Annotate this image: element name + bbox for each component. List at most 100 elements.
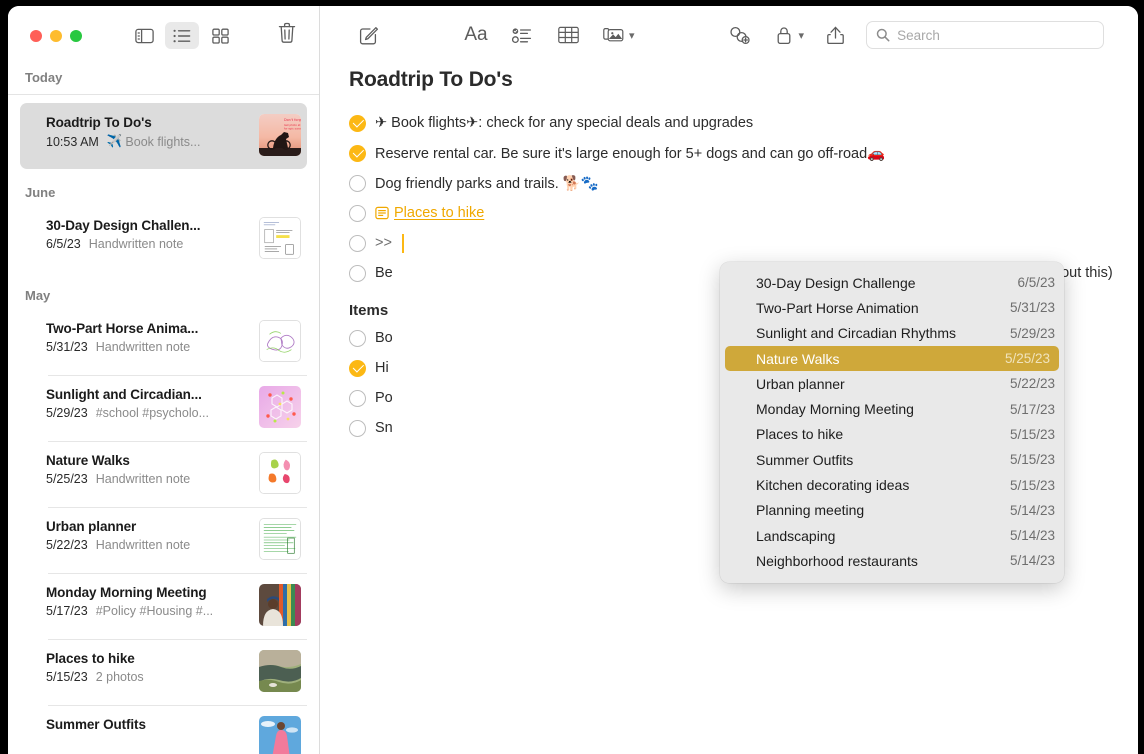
list-item-urban-planner[interactable]: Urban planner 5/22/23 Handwritten note <box>20 507 307 573</box>
popup-row-label: Two-Part Horse Animation <box>756 300 919 316</box>
note-thumbnail <box>259 584 301 626</box>
note-subtitle: #school #psycholo... <box>96 406 209 420</box>
list-item-sunlight-and-circadian[interactable]: Sunlight and Circadian... 5/29/23 #schoo… <box>20 375 307 441</box>
checkbox-unchecked[interactable] <box>349 390 366 407</box>
note-link[interactable]: Places to hike <box>375 205 484 221</box>
popup-row-date: 5/15/23 <box>1010 478 1055 493</box>
note-thumbnail <box>259 320 301 362</box>
checklist-item-label: Bo <box>375 330 393 346</box>
popup-row[interactable]: 30-Day Design Challenge6/5/23 <box>720 270 1064 295</box>
checkbox-unchecked[interactable] <box>349 265 366 282</box>
checkbox-unchecked[interactable] <box>349 330 366 347</box>
checkbox-unchecked[interactable] <box>349 420 366 437</box>
sidebar-toggle-icon[interactable] <box>127 22 161 49</box>
note-thumbnail: Don't forget Get photo at this for epic … <box>259 114 301 156</box>
share-icon[interactable] <box>816 20 854 50</box>
trash-icon[interactable] <box>277 22 297 44</box>
popup-row[interactable]: Neighborhood restaurants5/14/23 <box>720 548 1064 573</box>
checkbox-checked[interactable] <box>349 115 366 132</box>
lock-icon[interactable] <box>765 20 803 50</box>
checkbox-unchecked[interactable] <box>349 175 366 192</box>
popup-row-date: 5/14/23 <box>1010 528 1055 543</box>
popup-row-label: Places to hike <box>756 426 843 442</box>
note-date: 6/5/23 <box>46 237 81 251</box>
format-text-button[interactable]: Aa <box>457 20 495 50</box>
popup-row[interactable]: Summer Outfits 5/15/23 <box>720 447 1064 472</box>
maximize-window-button[interactable] <box>70 30 82 42</box>
checkbox-unchecked[interactable] <box>349 205 366 222</box>
popup-row[interactable]: Landscaping 5/14/23 <box>720 523 1064 548</box>
search-input[interactable]: Search <box>866 21 1104 49</box>
note-link-suggestion-popup[interactable]: 30-Day Design Challenge6/5/23Two-Part Ho… <box>720 262 1064 583</box>
notes-window: Today Roadtrip To Do's 10:53 AM ✈️ Book … <box>8 6 1138 754</box>
popup-row[interactable]: Nature Walks5/25/23 <box>725 346 1059 371</box>
note-date: 5/17/23 <box>46 604 88 618</box>
note-title: Two-Part Horse Anima... <box>46 320 251 337</box>
list-view-icon[interactable] <box>165 22 199 49</box>
gallery-view-icon[interactable] <box>203 22 237 49</box>
svg-text:Get photo at this: Get photo at this <box>284 123 301 127</box>
chevron-down-icon[interactable]: ▾ <box>799 29 805 42</box>
checklist-item-label: Hi <box>375 360 389 376</box>
note-thumbnail <box>259 452 301 494</box>
checkbox-unchecked[interactable] <box>349 235 366 252</box>
list-item-30-day-design-challenge[interactable]: 30-Day Design Challen... 6/5/23 Handwrit… <box>20 206 307 272</box>
note-subtitle: Handwritten note <box>96 340 191 354</box>
popup-row-label: Landscaping <box>756 528 835 544</box>
popup-row-date: 5/15/23 <box>1010 452 1055 467</box>
checklist-item[interactable]: Reserve rental car. Be sure it's large e… <box>349 138 1138 168</box>
format-label: Aa <box>464 24 487 46</box>
popup-row[interactable]: Monday Morning Meeting5/17/23 <box>720 396 1064 421</box>
list-item-monday-morning-meeting[interactable]: Monday Morning Meeting 5/17/23 #Policy #… <box>20 573 307 639</box>
page-title: Roadtrip To Do's <box>349 68 1138 92</box>
note-thumbnail <box>259 650 301 692</box>
note-thumbnail <box>259 518 301 560</box>
group-heading-may: May <box>8 272 319 309</box>
checklist-item-active-typing[interactable]: >> <box>349 228 1138 258</box>
popup-row-date: 5/17/23 <box>1010 402 1055 417</box>
sidebar-toolbar <box>8 6 319 65</box>
popup-row-date: 5/29/23 <box>1010 326 1055 341</box>
popup-row[interactable]: Places to hike5/15/23 <box>720 422 1064 447</box>
checklist-icon[interactable] <box>503 20 541 50</box>
media-icon[interactable] <box>595 20 633 50</box>
list-item-summer-outfits[interactable]: Summer Outfits <box>20 705 307 754</box>
list-item-places-to-hike[interactable]: Places to hike 5/15/23 2 photos <box>20 639 307 705</box>
svg-text:for epic sunset: for epic sunset <box>284 127 301 131</box>
popup-row[interactable]: Kitchen decorating ideas 5/15/23 <box>720 472 1064 497</box>
popup-row-label: 30-Day Design Challenge <box>756 275 916 291</box>
popup-row[interactable]: Sunlight and Circadian Rhythms5/29/23 <box>720 321 1064 346</box>
minimize-window-button[interactable] <box>50 30 62 42</box>
note-date: 5/25/23 <box>46 472 88 486</box>
popup-row-label: Summer Outfits <box>756 452 853 468</box>
popup-row-date: 5/31/23 <box>1010 300 1055 315</box>
note-title: Summer Outfits <box>46 716 251 733</box>
checklist-item[interactable]: ✈ Book flights✈: check for any special d… <box>349 108 1138 138</box>
notes-list[interactable]: Today Roadtrip To Do's 10:53 AM ✈️ Book … <box>8 65 319 754</box>
popup-row-date: 5/22/23 <box>1010 376 1055 391</box>
close-window-button[interactable] <box>30 30 42 42</box>
checklist-item[interactable]: Dog friendly parks and trails. 🐕🐾 <box>349 168 1138 198</box>
table-icon[interactable] <box>549 20 587 50</box>
popup-row[interactable]: Urban planner5/22/23 <box>720 371 1064 396</box>
note-thumbnail <box>259 716 301 754</box>
list-item-nature-walks[interactable]: Nature Walks 5/25/23 Handwritten note <box>20 441 307 507</box>
checklist-item-label: Be <box>375 265 393 281</box>
list-item-two-part-horse-animation[interactable]: Two-Part Horse Anima... 5/31/23 Handwrit… <box>20 309 307 375</box>
add-collaborator-icon[interactable] <box>721 20 759 50</box>
popup-row-label: Kitchen decorating ideas <box>756 477 909 493</box>
popup-row[interactable]: Two-Part Horse Animation 5/31/23 <box>720 295 1064 320</box>
list-item-roadtrip-to-dos[interactable]: Roadtrip To Do's 10:53 AM ✈️ Book flight… <box>20 103 307 169</box>
popup-row[interactable]: Planning meeting5/14/23 <box>720 498 1064 523</box>
checklist-item-note-link[interactable]: Places to hike <box>349 198 1138 228</box>
compose-note-icon[interactable] <box>349 20 387 50</box>
group-heading-today: Today <box>8 65 319 95</box>
checklist-item-label: ✈ Book flights✈: check for any special d… <box>375 115 753 131</box>
note-date: 5/31/23 <box>46 340 88 354</box>
chevron-down-icon[interactable]: ▾ <box>629 29 635 42</box>
note-subtitle: Handwritten note <box>89 237 184 251</box>
checkbox-checked[interactable] <box>349 360 366 377</box>
checklist-item-label: Dog friendly parks and trails. 🐕🐾 <box>375 175 599 192</box>
checkbox-checked[interactable] <box>349 145 366 162</box>
note-link-label: Places to hike <box>394 205 484 221</box>
